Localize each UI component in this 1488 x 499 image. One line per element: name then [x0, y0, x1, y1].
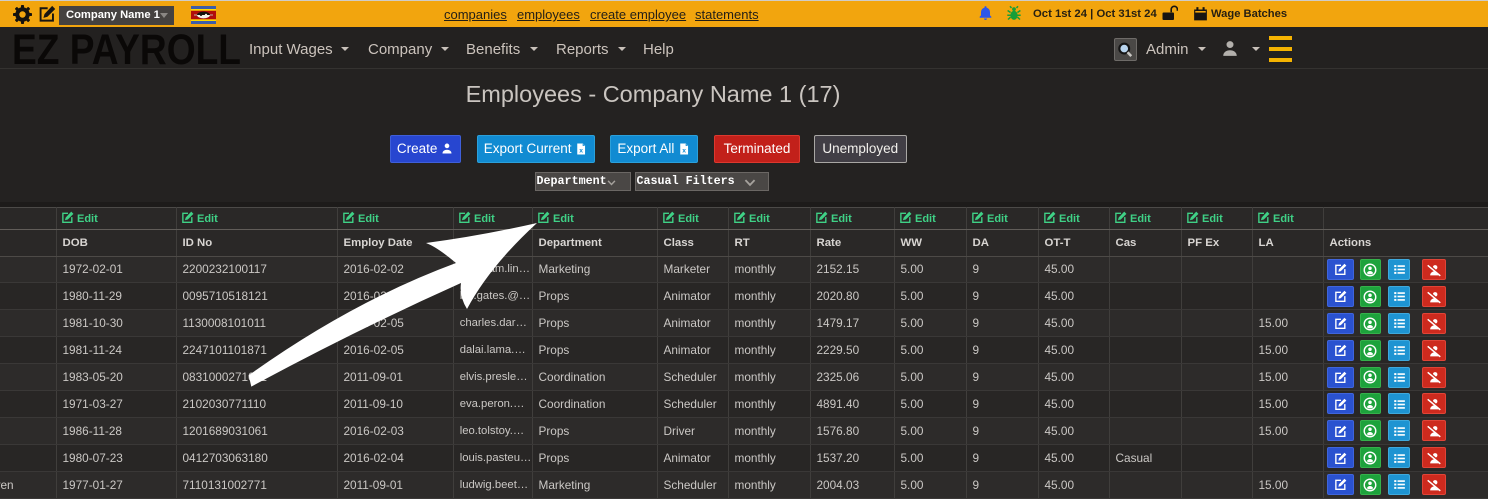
svg-text:x: x	[682, 147, 686, 154]
svg-text:x: x	[579, 147, 583, 154]
